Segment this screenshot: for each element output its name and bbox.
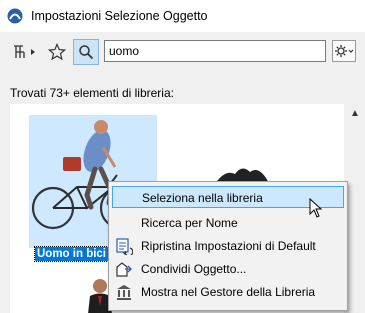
- share-object-icon: [116, 262, 132, 277]
- menu-item-label: Ricerca per Nome: [141, 216, 238, 230]
- search-mode-button[interactable]: [73, 39, 99, 65]
- mouse-cursor-icon: [309, 198, 323, 218]
- menu-item-label: Condividi Oggetto...: [141, 262, 247, 276]
- settings-button[interactable]: [332, 40, 356, 62]
- hierarchy-view-button[interactable]: [10, 39, 40, 65]
- search-input[interactable]: [104, 40, 326, 62]
- menu-item-show-in-library-manager[interactable]: Mostra nel Gestore della Libreria: [112, 281, 344, 303]
- menu-item-label: Ripristina Impostazioni di Default: [141, 239, 316, 253]
- menu-item-label: Seleziona nella libreria: [142, 191, 263, 205]
- menu-item-share-object[interactable]: Condividi Oggetto...: [112, 258, 344, 280]
- window-title: Impostazioni Selezione Oggetto: [31, 9, 208, 23]
- favorites-button[interactable]: [45, 39, 69, 65]
- menu-item-label: Mostra nel Gestore della Libreria: [141, 285, 316, 299]
- selected-item-label[interactable]: Uomo in bici: [34, 246, 109, 262]
- scroll-up-icon[interactable]: ▲: [350, 108, 360, 119]
- results-count-label: Trovati 73+ elementi di libreria:: [10, 86, 174, 100]
- menu-item-reset-defaults[interactable]: Ripristina Impostazioni di Default: [112, 235, 344, 257]
- title-bar: Impostazioni Selezione Oggetto: [0, 0, 365, 32]
- archicad-logo-icon: [7, 8, 23, 24]
- toolbar: [0, 32, 365, 74]
- library-manager-icon: [117, 285, 131, 300]
- star-icon: [48, 43, 66, 61]
- search-icon: [79, 45, 94, 60]
- reset-icon: [116, 238, 133, 255]
- hierarchy-icon: [14, 45, 35, 58]
- gear-icon: [335, 45, 354, 57]
